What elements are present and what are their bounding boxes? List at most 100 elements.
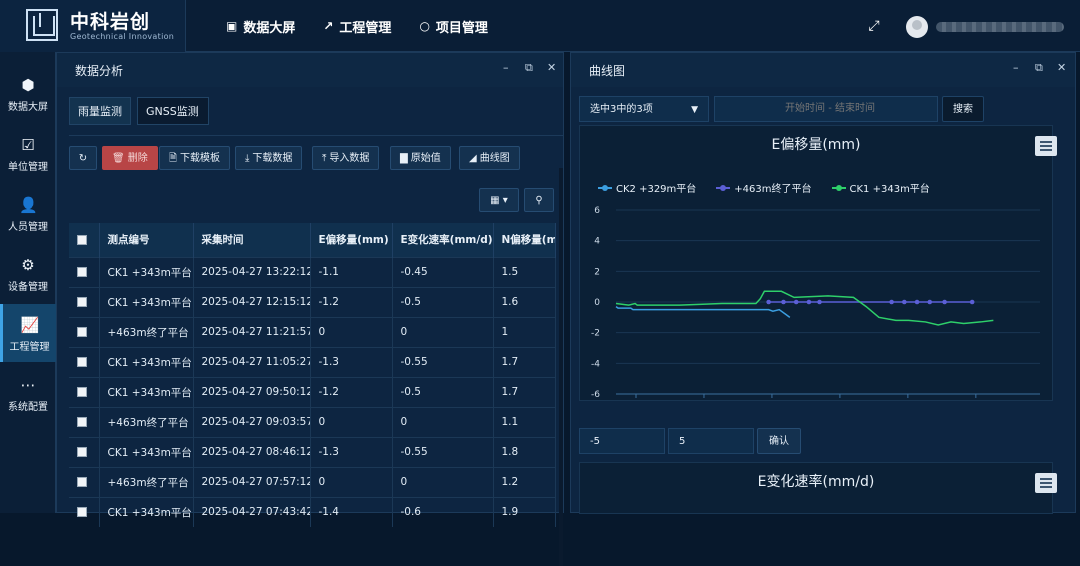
table-row[interactable]: CK1 +343m平台 2025-04-27 13:22:12 -1.1 -0.45 1…	[69, 256, 556, 287]
chart-card-e-rate: E变化速率(mm/d)	[579, 462, 1057, 514]
sidebar-item-data-screen[interactable]: ⬢ 数据大屏	[0, 64, 56, 122]
row-checkbox[interactable]	[77, 507, 87, 518]
data-table: 测点编号 采集时间 E偏移量(mm) E变化速率(mm/d) N偏移量(m CK…	[69, 223, 556, 527]
column-header[interactable]: 测点编号	[99, 223, 194, 257]
table-row[interactable]: CK1 +343m平台 2025-04-27 09:50:12 -1.2 -0.5 1.…	[69, 376, 556, 407]
row-checkbox-cell[interactable]	[69, 286, 100, 317]
row-checkbox-cell[interactable]	[69, 436, 100, 467]
restore-icon[interactable]: ⧉	[1035, 61, 1043, 75]
data-point	[793, 299, 799, 305]
nav-data-screen[interactable]: ▣ 数据大屏	[226, 17, 295, 36]
row-checkbox-cell[interactable]	[69, 346, 100, 377]
scrollbar[interactable]	[559, 168, 563, 566]
table-cell: 1.9	[493, 496, 556, 527]
logo-subtitle: Geotechnical Innovation	[70, 32, 175, 41]
delete-button[interactable]: 🗑 删除	[102, 146, 158, 170]
row-checkbox-cell[interactable]	[69, 316, 100, 347]
sidebar-item-unit-management[interactable]: ☑ 单位管理	[0, 124, 56, 182]
row-checkbox-cell[interactable]	[69, 406, 100, 437]
table-cell: 0	[310, 406, 393, 437]
row-checkbox-cell[interactable]	[69, 496, 100, 527]
table-row[interactable]: +463m终了平台 2025-04-27 09:03:57 0 0 1.1	[69, 406, 556, 437]
table-cell: CK1 +343m平台	[99, 346, 194, 377]
data-point	[766, 299, 771, 305]
series-line	[615, 290, 994, 326]
search-button[interactable]: ⚲	[524, 188, 554, 212]
table-cell: 2025-04-27 07:43:42	[193, 496, 311, 527]
row-checkbox-cell[interactable]	[69, 376, 100, 407]
row-checkbox[interactable]	[77, 477, 87, 487]
minimize-icon[interactable]: –	[1013, 61, 1019, 74]
y-tick-label: 6	[594, 206, 600, 216]
table-row[interactable]: +463m终了平台 2025-04-27 07:57:12 0 0 1.2	[69, 466, 556, 497]
column-toggle-button[interactable]: ▦ ▾	[479, 188, 519, 212]
download-data-button[interactable]: ⤓ 下载数据	[235, 146, 303, 170]
minimize-icon[interactable]: –	[503, 61, 509, 74]
confirm-button[interactable]: 确认	[757, 428, 801, 454]
tab-rainfall[interactable]: 雨量监测	[69, 97, 131, 125]
row-checkbox[interactable]	[77, 417, 87, 427]
table-row[interactable]: +463m终了平台 2025-04-27 11:21:57 0 0 1	[69, 316, 556, 347]
row-checkbox-cell[interactable]	[69, 256, 100, 287]
column-header[interactable]: N偏移量(m	[493, 223, 556, 257]
refresh-button[interactable]: ↻	[69, 146, 97, 170]
user-name-blurred[interactable]	[936, 22, 1064, 32]
fullscreen-icon[interactable]: ⤢	[866, 18, 882, 34]
sidebar-item-project[interactable]: 📈 工程管理	[0, 304, 56, 362]
range-max-input[interactable]: 5	[668, 428, 754, 454]
table-row[interactable]: CK1 +343m平台 2025-04-27 12:15:12 -1.2 -0.5 1.…	[69, 286, 556, 317]
tab-gnss[interactable]: GNSS监测	[137, 97, 209, 125]
raw-values-label: 原始值	[410, 153, 441, 164]
select-all-checkbox[interactable]	[77, 234, 87, 245]
chart-title: E变化速率(mm/d)	[757, 474, 875, 490]
circle-icon: ○	[419, 19, 430, 33]
sidebar-item-label: 单位管理	[8, 162, 48, 173]
y-tick-label: 4	[594, 237, 600, 247]
table-row[interactable]: CK1 +343m平台 2025-04-27 08:46:12 -1.3 -0.55 1…	[69, 436, 556, 467]
row-checkbox[interactable]	[77, 267, 87, 277]
row-checkbox[interactable]	[77, 357, 87, 367]
panel-title: 曲线图	[589, 64, 626, 78]
import-data-label: 导入数据	[329, 153, 370, 164]
raw-values-button[interactable]: ▇ 原始值	[390, 146, 451, 170]
column-header[interactable]: E变化速率(mm/d)	[392, 223, 494, 257]
close-icon[interactable]: ✕	[547, 61, 556, 74]
sidebar-item-label: 人员管理	[8, 222, 48, 233]
range-min-input[interactable]: -5	[579, 428, 665, 454]
curve-chart-button[interactable]: ◢ 曲线图	[459, 146, 520, 170]
row-checkbox[interactable]	[77, 297, 87, 307]
close-icon[interactable]: ✕	[1057, 61, 1066, 74]
table-cell: 2025-04-27 11:05:27	[193, 346, 311, 377]
nav-item-management[interactable]: ○ 项目管理	[419, 17, 488, 36]
table-cell: 0	[392, 316, 494, 347]
grid-icon: ▦ ▾	[490, 195, 508, 206]
row-checkbox-cell[interactable]	[69, 466, 100, 497]
data-point	[902, 299, 907, 305]
nav-project-management[interactable]: ↗ 工程管理	[323, 17, 391, 36]
table-row[interactable]: CK1 +343m平台 2025-04-27 11:05:27 -1.3 -0.55 1…	[69, 346, 556, 377]
table-row[interactable]: CK1 +343m平台 2025-04-27 07:43:42 -1.4 -0.6 1.…	[69, 496, 556, 527]
sidebar-item-personnel[interactable]: 👤 人员管理	[0, 184, 56, 242]
restore-icon[interactable]: ⧉	[525, 61, 533, 75]
row-checkbox[interactable]	[77, 327, 87, 337]
series-select[interactable]: 选中3中的3项 ▼	[579, 96, 709, 122]
date-range-input[interactable]	[714, 96, 938, 122]
logo: 中科岩创 Geotechnical Innovation	[0, 0, 186, 52]
row-checkbox[interactable]	[77, 447, 87, 457]
select-all-cell[interactable]	[69, 223, 100, 257]
column-header[interactable]: E偏移量(mm)	[310, 223, 393, 257]
nav-label: 项目管理	[435, 20, 488, 36]
download-template-button[interactable]: 🗎 下载模板	[159, 146, 231, 170]
sidebar-item-devices[interactable]: ⚙ 设备管理	[0, 244, 56, 302]
table-cell: 2025-04-27 09:03:57	[193, 406, 311, 437]
refresh-icon: ↻	[78, 153, 88, 164]
search-button[interactable]: 搜索	[942, 96, 984, 122]
avatar[interactable]	[906, 16, 928, 38]
import-data-button[interactable]: ⤒ 导入数据	[312, 146, 380, 170]
sidebar-item-system-config[interactable]: ⋯ 系统配置	[0, 364, 56, 422]
chart-icon: 📈	[20, 316, 40, 334]
table-cell: 0	[310, 466, 393, 497]
chart-menu-icon[interactable]	[1035, 473, 1057, 493]
row-checkbox[interactable]	[77, 387, 87, 397]
column-header[interactable]: 采集时间	[193, 223, 311, 257]
